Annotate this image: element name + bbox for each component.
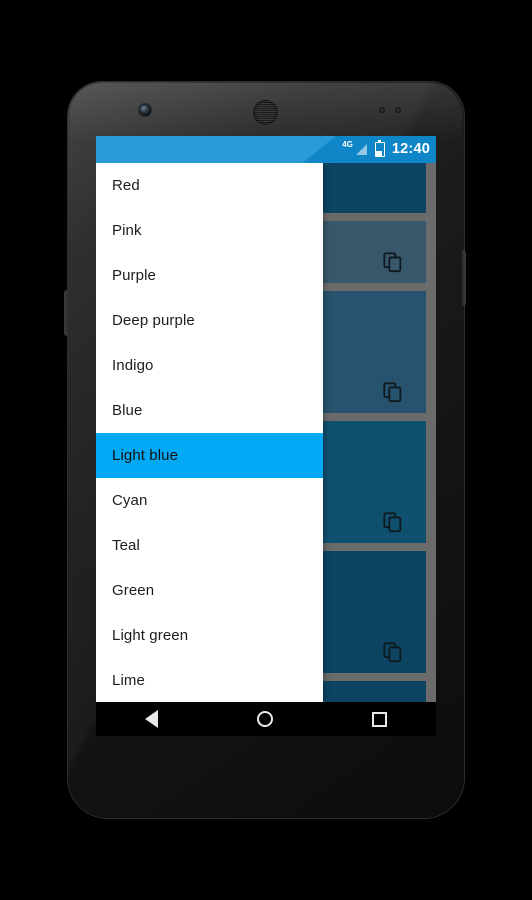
dropdown-item-light-green[interactable]: Light green [96, 613, 323, 658]
dropdown-item-label: Light blue [112, 447, 179, 464]
dropdown-item-cyan[interactable]: Cyan [96, 478, 323, 523]
dropdown-item-label: Blue [112, 402, 143, 419]
dropdown-item-label: Cyan [112, 492, 148, 509]
status-bar-clock: 12:40 [391, 141, 430, 158]
dropdown-item-deep-purple[interactable]: Deep purple [96, 298, 323, 343]
dropdown-item-label: Lime [112, 672, 145, 689]
screenshot-root: Red Pink Purple Deep purple Indigo Blue Light … [0, 0, 532, 900]
status-bar: 4G 12:40 [96, 136, 436, 163]
copy-icon[interactable] [382, 381, 404, 403]
dropdown-item-label: Indigo [112, 357, 154, 374]
color-spinner-dropdown[interactable]: Red Pink Purple Deep purple Indigo Blue Light … [96, 163, 323, 702]
triangle-back-icon[interactable] [145, 710, 159, 728]
dropdown-item-label: Teal [112, 537, 140, 554]
dropdown-item-label: Deep purple [112, 312, 195, 329]
circle-home-icon[interactable] [256, 711, 273, 727]
proximity-sensor-icon [379, 107, 385, 113]
copy-icon[interactable] [382, 511, 404, 533]
dropdown-item-pink[interactable]: Pink [96, 208, 323, 253]
dropdown-item-light-blue[interactable]: Light blue [96, 433, 323, 478]
dropdown-item-label: Green [112, 582, 155, 599]
light-sensor-icon [395, 107, 401, 113]
dropdown-item-indigo[interactable]: Indigo [96, 343, 323, 388]
dropdown-item-label: Light green [112, 627, 189, 644]
square-recents-icon[interactable] [371, 711, 387, 727]
signal-bars-icon [355, 144, 367, 155]
status-bar-indicators: 4G 12:40 [342, 136, 430, 163]
front-camera-icon [139, 104, 151, 116]
dropdown-item-red[interactable]: Red [96, 163, 323, 208]
volume-button[interactable] [462, 250, 466, 306]
dropdown-item-purple[interactable]: Purple [96, 253, 323, 298]
copy-icon[interactable] [382, 641, 404, 663]
dropdown-item-label: Purple [112, 267, 156, 284]
earpiece-speaker-icon [253, 100, 278, 125]
network-type-label: 4G [342, 140, 353, 149]
dropdown-item-label: Pink [112, 222, 142, 239]
navigation-bar [96, 702, 436, 736]
status-bar-tint [96, 136, 336, 163]
phone-screen: Red Pink Purple Deep purple Indigo Blue Light … [96, 136, 436, 736]
dropdown-item-green[interactable]: Green [96, 568, 323, 613]
battery-icon [374, 139, 385, 157]
dropdown-item-teal[interactable]: Teal [96, 523, 323, 568]
copy-icon[interactable] [382, 251, 404, 273]
power-button[interactable] [64, 290, 69, 336]
dropdown-item-lime[interactable]: Lime [96, 658, 323, 702]
scrollbar-gutter[interactable] [430, 163, 436, 702]
battery-level-fill [376, 150, 383, 156]
dropdown-item-label: Red [112, 177, 140, 194]
dropdown-item-blue[interactable]: Blue [96, 388, 323, 433]
